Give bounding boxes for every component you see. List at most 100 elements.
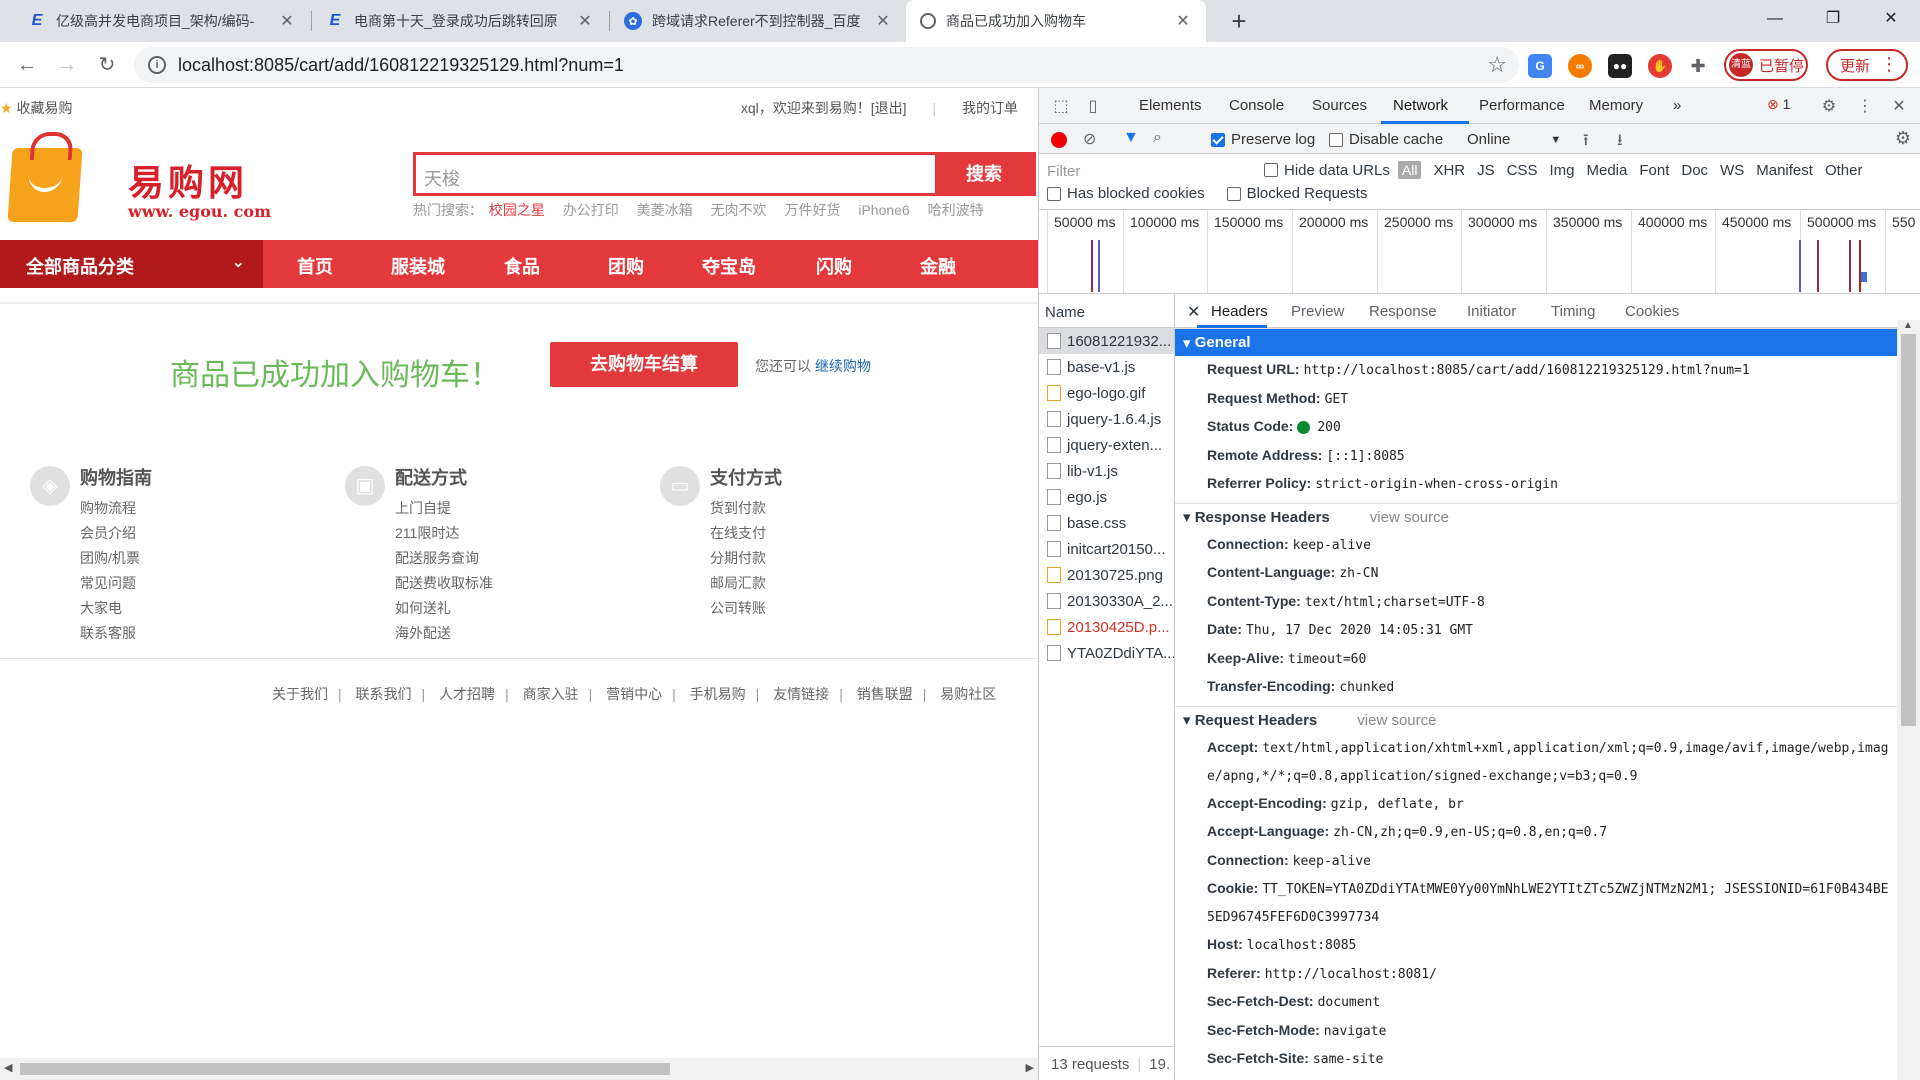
footer-link[interactable]: 手机易购	[690, 686, 746, 702]
menu-dots-icon[interactable]: ⋮	[1855, 96, 1875, 116]
hot-search-item[interactable]: 美菱冰箱	[637, 202, 693, 218]
address-bar[interactable]: i localhost:8085/cart/add/16081221932512…	[134, 47, 1519, 83]
vertical-scrollbar[interactable]: ▲	[1897, 320, 1920, 1080]
guide-link[interactable]: 会员介绍	[80, 521, 140, 546]
guide-link[interactable]: 购物流程	[80, 496, 140, 521]
devtools-tab-network[interactable]: Network	[1393, 97, 1448, 114]
request-row[interactable]: base-v1.js	[1039, 354, 1174, 380]
detail-tab-preview[interactable]: Preview	[1291, 303, 1344, 320]
footer-link[interactable]: 销售联盟	[857, 686, 913, 702]
footer-link[interactable]: 商家入驻	[523, 686, 579, 702]
guide-link[interactable]: 配送服务查询	[395, 546, 493, 571]
tampermonkey-extension-icon[interactable]: ●●	[1608, 54, 1632, 78]
bookmark-star-icon[interactable]: ☆	[1487, 52, 1507, 78]
blocked-requests-checkbox[interactable]	[1226, 186, 1241, 201]
search-icon[interactable]: ⌕	[1153, 129, 1162, 147]
detail-tab-cookies[interactable]: Cookies	[1625, 303, 1679, 320]
request-row[interactable]: 20130725.png	[1039, 562, 1174, 588]
filter-input[interactable]: Filter	[1047, 160, 1247, 182]
close-icon[interactable]: ✕	[278, 11, 296, 31]
type-filter-all[interactable]: All	[1397, 161, 1422, 179]
guide-link[interactable]: 海外配送	[395, 621, 493, 646]
device-toolbar-icon[interactable]: ▯	[1083, 96, 1103, 116]
disable-cache-checkbox[interactable]: Disable cache	[1329, 131, 1443, 148]
type-filter-xhr[interactable]: XHR	[1433, 162, 1465, 179]
guide-link[interactable]: 联系客服	[80, 621, 140, 646]
view-source-link[interactable]: view source	[1370, 509, 1449, 526]
view-source-link[interactable]: view source	[1357, 712, 1436, 729]
adblock-extension-icon[interactable]: ✋	[1648, 54, 1672, 78]
request-row[interactable]: YTA0ZDdiYTA...	[1039, 640, 1174, 666]
browser-tab-2[interactable]: E 电商第十天_登录成功后跳转回原 ✕	[312, 0, 608, 42]
request-row[interactable]: jquery-1.6.4.js	[1039, 406, 1174, 432]
type-filter-ws[interactable]: WS	[1720, 162, 1744, 179]
close-icon[interactable]: ✕	[576, 11, 594, 31]
glasses-extension-icon[interactable]: ∞	[1568, 54, 1592, 78]
guide-link[interactable]: 在线支付	[710, 521, 766, 546]
welcome-text[interactable]: xql，欢迎来到易购！[退出]	[741, 100, 907, 116]
window-close-button[interactable]: ✕	[1868, 0, 1914, 42]
profile-button[interactable]: 清蓝 已暂停	[1724, 49, 1808, 81]
has-blocked-cookies-checkbox[interactable]	[1047, 186, 1061, 201]
devtools-tab-elements[interactable]: Elements	[1139, 97, 1202, 114]
hot-search-item[interactable]: iPhone6	[858, 202, 909, 218]
guide-link[interactable]: 分期付款	[710, 546, 766, 571]
guide-link[interactable]: 配送费收取标准	[395, 571, 493, 596]
hide-data-urls-checkbox[interactable]	[1264, 163, 1278, 177]
nav-item-food[interactable]: 食品	[504, 253, 540, 279]
browser-tab-4-active[interactable]: 商品已成功加入购物车 ✕	[906, 0, 1206, 42]
devtools-tab-performance[interactable]: Performance	[1479, 97, 1565, 114]
request-row[interactable]: initcart20150...	[1039, 536, 1174, 562]
nav-item-clothing[interactable]: 服装城	[391, 253, 445, 279]
record-icon[interactable]	[1051, 132, 1067, 148]
preserve-log-checkbox[interactable]: Preserve log	[1211, 131, 1315, 148]
continue-shopping-link[interactable]: 继续购物	[815, 358, 871, 374]
detail-tab-initiator[interactable]: Initiator	[1467, 303, 1516, 320]
nav-item-finance[interactable]: 金融	[920, 253, 956, 279]
guide-link[interactable]: 邮局汇款	[710, 571, 766, 596]
detail-tab-response[interactable]: Response	[1369, 303, 1437, 320]
detail-tab-headers[interactable]: Headers	[1211, 303, 1268, 320]
request-row[interactable]: 16081221932...	[1039, 328, 1174, 354]
footer-link[interactable]: 人才招聘	[439, 686, 495, 702]
inspect-element-icon[interactable]: ⬚	[1051, 96, 1071, 116]
footer-link[interactable]: 友情链接	[773, 686, 829, 702]
maximize-button[interactable]: ❐	[1810, 0, 1856, 42]
guide-link[interactable]: 上门自提	[395, 496, 493, 521]
scroll-right-icon[interactable]: ▶	[1026, 1061, 1034, 1074]
request-row[interactable]: 20130425D.p...	[1039, 614, 1174, 640]
request-row[interactable]: 20130330A_2...	[1039, 588, 1174, 614]
my-orders-link[interactable]: 我的订单	[962, 100, 1018, 116]
section-request-headers[interactable]: ▾ Request Headers view source	[1175, 705, 1897, 734]
scroll-left-icon[interactable]: ◀	[4, 1061, 12, 1074]
devtools-tab-console[interactable]: Console	[1229, 97, 1284, 114]
nav-item-groupbuy[interactable]: 团购	[608, 253, 644, 279]
browser-tab-3[interactable]: ✿ 跨域请求Referer不到控制器_百度 ✕	[610, 0, 906, 42]
search-button[interactable]: 搜索	[935, 155, 1033, 193]
request-row[interactable]: ego.js	[1039, 484, 1174, 510]
clear-icon[interactable]: ⊘	[1083, 129, 1096, 149]
detail-tab-timing[interactable]: Timing	[1551, 303, 1595, 320]
request-row[interactable]: lib-v1.js	[1039, 458, 1174, 484]
network-settings-gear-icon[interactable]: ⚙	[1895, 128, 1911, 149]
guide-link[interactable]: 211限时达	[395, 521, 493, 546]
scrollbar-thumb[interactable]	[1901, 334, 1916, 726]
guide-link[interactable]: 大家电	[80, 596, 140, 621]
close-devtools-icon[interactable]: ✕	[1889, 96, 1909, 116]
reload-button[interactable]: ↻	[92, 50, 122, 80]
guide-link[interactable]: 货到付款	[710, 496, 766, 521]
checkout-button[interactable]: 去购物车结算	[550, 342, 738, 387]
import-har-icon[interactable]: ⭱	[1583, 129, 1589, 156]
hot-search-item[interactable]: 无肉不欢	[711, 202, 767, 218]
guide-link[interactable]: 团购/机票	[80, 546, 140, 571]
request-row[interactable]: base.css	[1039, 510, 1174, 536]
type-filter-font[interactable]: Font	[1639, 162, 1669, 179]
new-tab-button[interactable]: +	[1222, 4, 1256, 38]
scroll-up-icon[interactable]: ▲	[1903, 320, 1913, 331]
horizontal-scrollbar[interactable]: ◀ ▶	[0, 1058, 1038, 1080]
guide-link[interactable]: 常见问题	[80, 571, 140, 596]
favorites-link[interactable]: ★ 收藏易购	[0, 98, 72, 118]
export-har-icon[interactable]: ⭳	[1617, 129, 1623, 156]
forward-button[interactable]: →	[52, 50, 82, 80]
minimize-button[interactable]: —	[1752, 0, 1798, 42]
